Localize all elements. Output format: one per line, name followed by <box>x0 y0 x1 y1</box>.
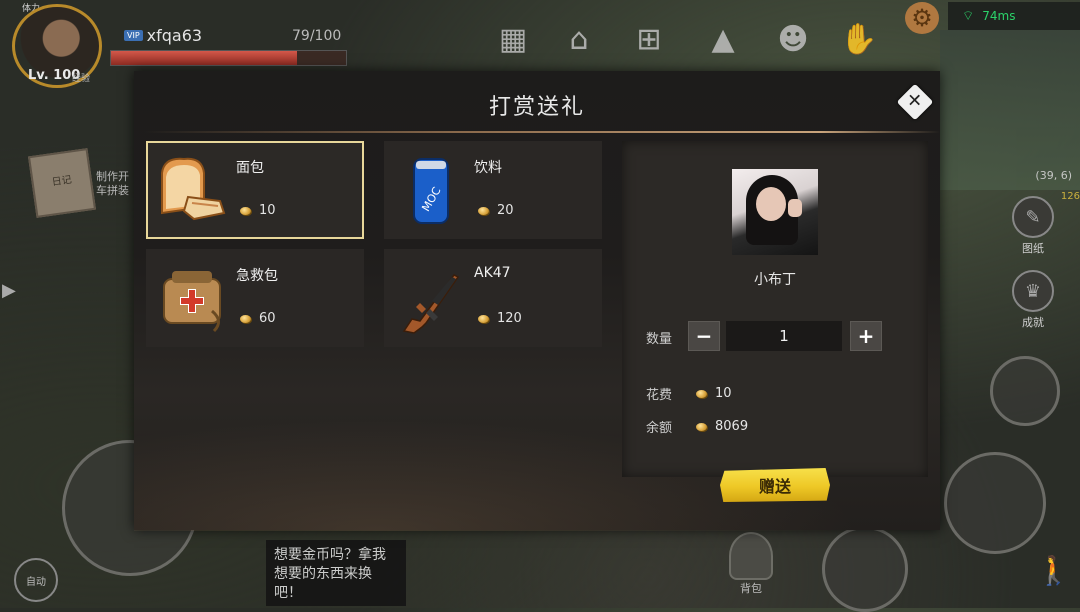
gift-name: 饮料 <box>474 160 502 176</box>
left-tip-text: 制作开车拼装 <box>96 170 129 197</box>
cost-value: 10 <box>715 386 732 401</box>
send-gift-button[interactable]: 赠送 <box>720 468 830 502</box>
balance-row: 余额 8069 <box>646 417 748 436</box>
vip-badge-icon: VIP <box>124 30 143 41</box>
walk-icon[interactable]: 🚶 <box>1036 554 1071 587</box>
bag-button[interactable]: 背包 <box>728 532 774 596</box>
recipient-avatar <box>732 169 818 255</box>
player-name: VIP xfqa63 <box>124 26 202 45</box>
hp-bar-fill <box>111 51 297 65</box>
player-name-text: xfqa63 <box>146 26 203 45</box>
achievement-label: 成就 <box>1022 316 1044 329</box>
minimap[interactable]: (39, 6) 126 <box>940 30 1080 202</box>
rifle-icon <box>402 274 460 334</box>
gift-card-bread[interactable]: 面包 10 <box>146 141 364 239</box>
quantity-plus-button[interactable]: + <box>850 321 882 351</box>
recipient-name: 小布丁 <box>754 272 796 288</box>
coin-icon <box>696 389 707 398</box>
gift-icon[interactable]: ⊞ <box>626 16 672 62</box>
friends-icon[interactable]: ☻ <box>770 16 816 62</box>
gift-name: 急救包 <box>236 268 278 284</box>
balance-label: 余额 <box>646 421 673 436</box>
gift-modal: 打赏送礼 ✕ 面包 10 MOC 饮料 20 急救包 60 AK47 120 小… <box>134 71 940 531</box>
gift-price: 120 <box>478 311 522 326</box>
achievement-button[interactable]: ♛ 成就 <box>1008 270 1058 330</box>
gift-name: AK47 <box>474 265 511 281</box>
trophy-icon: ♛ <box>1012 270 1054 312</box>
skill-button[interactable] <box>990 356 1060 426</box>
auto-button[interactable]: 自动 <box>14 558 58 602</box>
left-expand-arrow-icon[interactable]: ▶ <box>2 280 16 301</box>
handshake-icon[interactable]: ✋ <box>836 16 882 62</box>
quantity-label: 数量 <box>646 332 673 347</box>
settings-gear-icon[interactable]: ⚙ <box>905 2 939 34</box>
diary-notebook[interactable]: 日记 <box>27 148 97 218</box>
gift-price-value: 120 <box>497 311 522 326</box>
calendar-icon[interactable]: ▦ <box>490 16 536 62</box>
wifi-icon: ⌔ <box>962 9 975 24</box>
player-level-note: 经验 <box>72 74 91 84</box>
first-aid-kit-icon <box>163 271 221 333</box>
camp-icon[interactable]: ▲ <box>700 16 746 62</box>
gift-price-value: 60 <box>259 311 276 326</box>
quantity-value[interactable]: 1 <box>726 321 842 351</box>
hp-bar <box>110 50 347 66</box>
minimap-count: 126 <box>1060 191 1080 202</box>
gift-price-value: 20 <box>497 203 514 218</box>
gift-price: 60 <box>240 311 276 326</box>
shop-icon[interactable]: ⌂ <box>556 16 602 62</box>
coin-icon <box>240 314 251 323</box>
coin-icon <box>478 206 489 215</box>
gift-card-drink[interactable]: MOC 饮料 20 <box>384 141 602 239</box>
interact-button[interactable] <box>822 526 908 612</box>
coin-icon <box>478 314 489 323</box>
recipient-panel: 小布丁 数量 − 1 + 花费 10 余额 8069 <box>622 141 928 477</box>
coin-icon <box>696 422 707 431</box>
balance-value: 8069 <box>715 419 749 434</box>
gift-price: 10 <box>240 203 276 218</box>
status-bar: ⌔ 74ms <box>948 2 1080 30</box>
blueprint-label: 图纸 <box>1022 242 1044 255</box>
modal-title: 打赏送礼 <box>488 95 585 120</box>
bread-icon <box>161 157 226 221</box>
soda-can-icon: MOC <box>413 158 449 224</box>
coin-icon <box>240 206 251 215</box>
gift-name: 面包 <box>236 160 264 176</box>
close-icon: ✕ <box>907 91 923 112</box>
avatar-hand <box>788 199 802 217</box>
bag-label: 背包 <box>740 582 762 595</box>
gift-price-value: 10 <box>259 203 276 218</box>
blueprint-icon: ✎ <box>1012 196 1054 238</box>
gift-card-ak47[interactable]: AK47 120 <box>384 249 602 347</box>
attack-button[interactable] <box>944 452 1046 554</box>
backpack-icon <box>729 532 773 580</box>
hp-text: 79/100 <box>292 28 342 44</box>
chat-bubble: 想要金币吗？拿我想要的东西来换吧！ <box>266 540 406 606</box>
cost-label: 花费 <box>646 388 673 403</box>
minimap-coords: (39, 6) <box>1035 169 1072 182</box>
title-divider <box>144 131 940 133</box>
blueprint-button[interactable]: ✎ 图纸 <box>1008 196 1058 256</box>
gift-price: 20 <box>478 203 514 218</box>
quantity-minus-button[interactable]: − <box>688 321 720 351</box>
ping-text: 74ms <box>982 9 1016 23</box>
cost-row: 花费 10 <box>646 384 732 403</box>
gift-card-first-aid[interactable]: 急救包 60 <box>146 249 364 347</box>
avatar-face <box>756 187 786 221</box>
